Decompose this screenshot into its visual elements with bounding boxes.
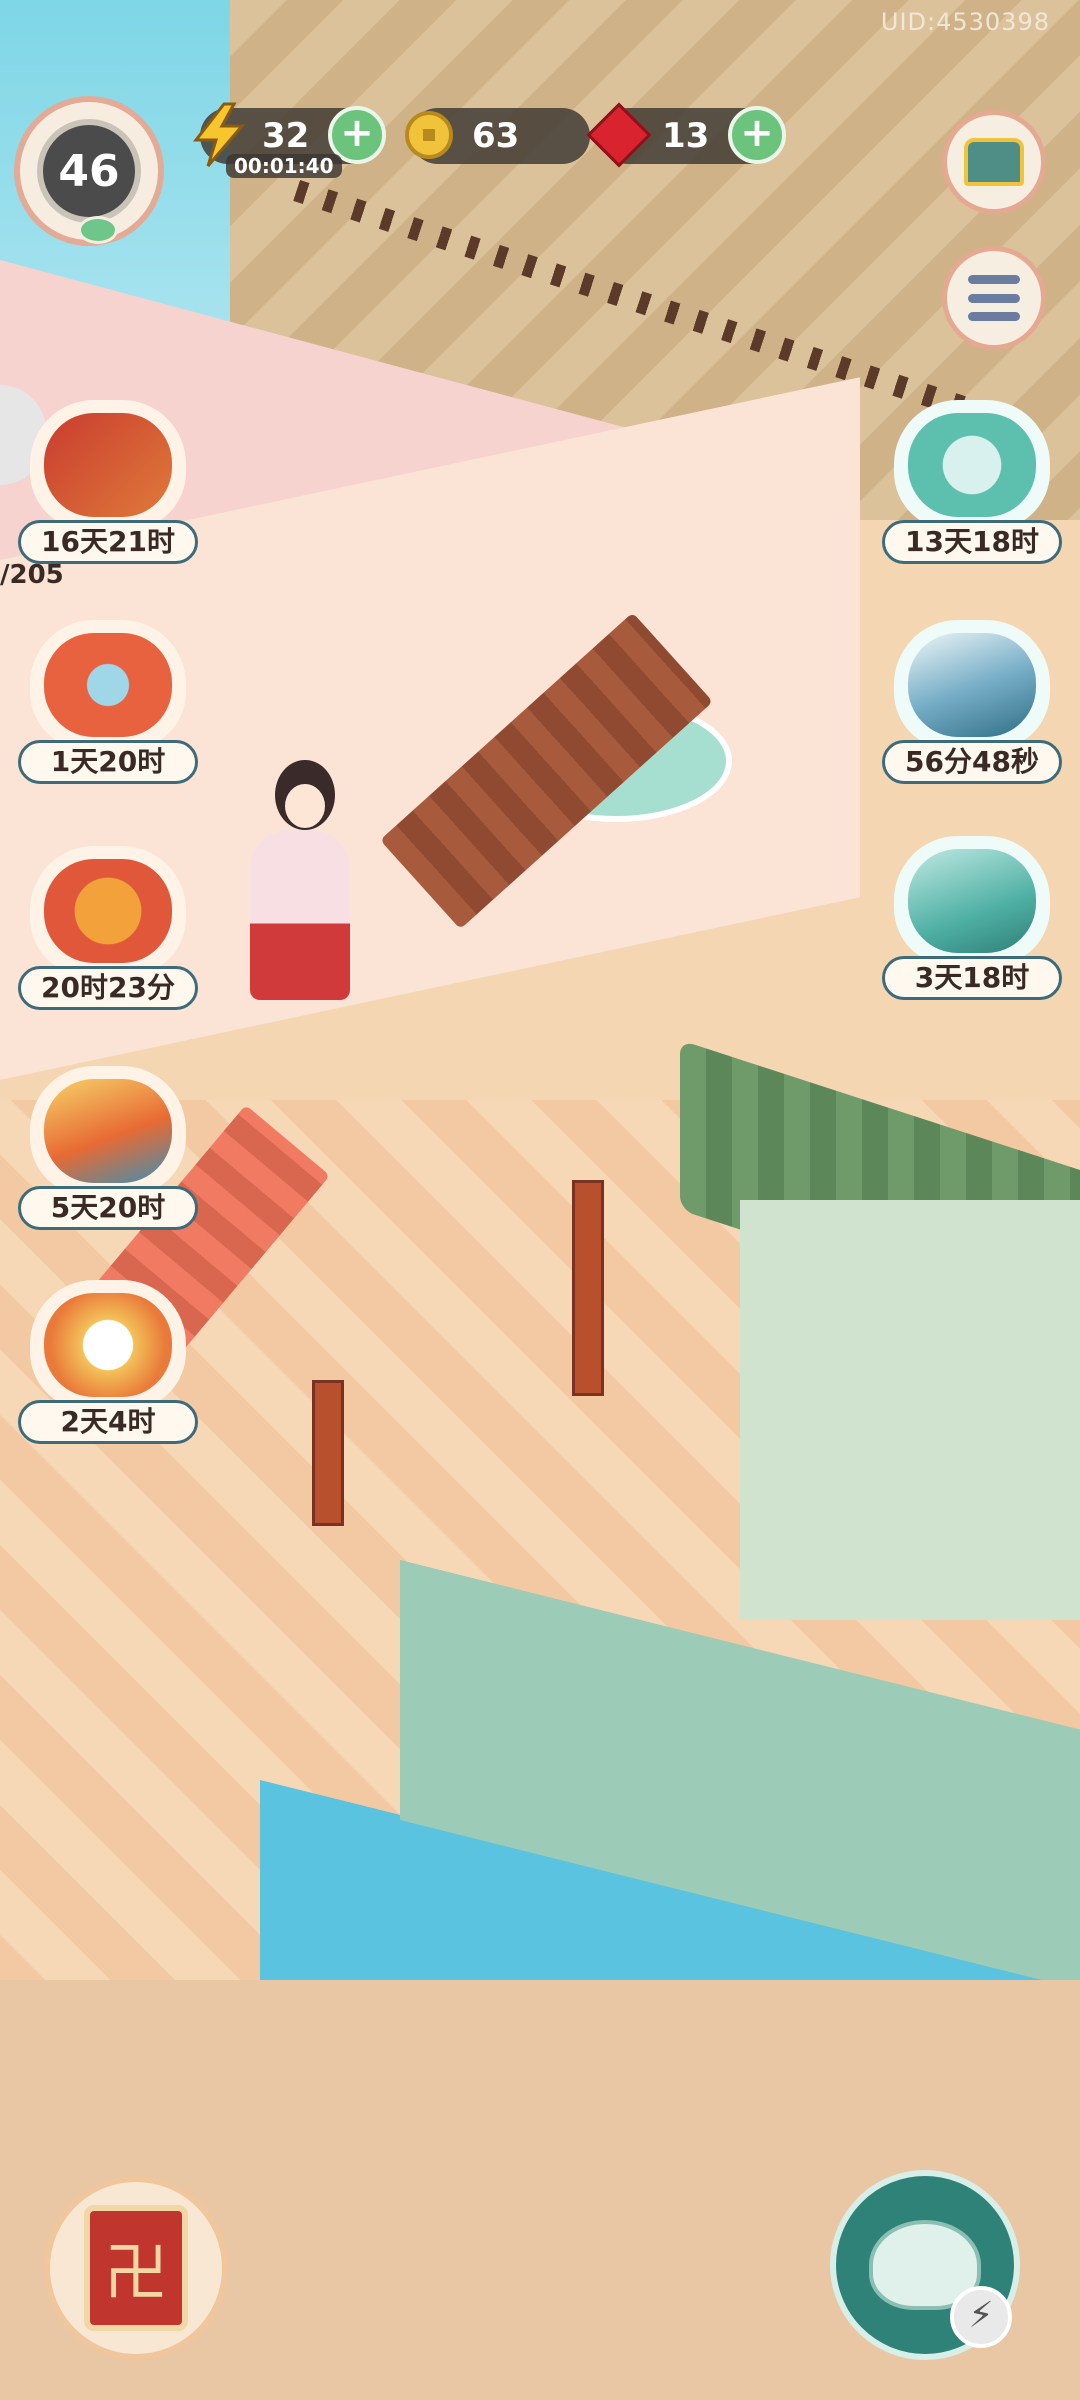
producer-timer: 16天21时 — [18, 520, 198, 564]
treasure-button[interactable] — [942, 110, 1046, 214]
quest-book-button[interactable]: 卍 — [44, 2176, 228, 2360]
producer-timer: 13天18时 — [882, 520, 1062, 564]
player-level-badge[interactable]: 46 — [14, 96, 164, 246]
energy-value: 32 — [262, 116, 310, 156]
lady-character[interactable] — [240, 760, 360, 1000]
crystal-rock-icon — [908, 633, 1036, 737]
jade-gem-icon — [78, 216, 118, 244]
pillar — [312, 1380, 344, 1526]
gem-value: 13 — [662, 116, 710, 156]
scroll-bundle-icon — [44, 413, 172, 517]
character-robe — [250, 830, 350, 1000]
pavilion-room[interactable] — [740, 1200, 1080, 1620]
producer-phoenix[interactable]: 5天20时 — [18, 1066, 198, 1236]
quest-book-icon: 卍 — [84, 2205, 188, 2331]
coin-icon — [396, 102, 462, 168]
producer-timer: 1天20时 — [18, 740, 198, 784]
producer-gift-box-cat[interactable]: 3天18时 — [882, 836, 1062, 1006]
producer-timer: 56分48秒 — [882, 740, 1062, 784]
maple-leaf-icon — [44, 859, 172, 963]
producer-bubble — [30, 1280, 186, 1410]
pillar — [572, 1180, 604, 1396]
treasure-chest-icon — [964, 138, 1024, 186]
lion-dance-icon — [44, 633, 172, 737]
level-number: 46 — [37, 119, 141, 223]
teapot-button[interactable]: ⚡ — [830, 2170, 1020, 2360]
coin-counter: 63 — [405, 108, 590, 164]
producer-timer: 2天4时 — [18, 1400, 198, 1444]
ruby-icon — [586, 102, 652, 168]
producer-bubble — [30, 400, 186, 530]
producer-scroll-bundle[interactable]: 16天21时 — [18, 400, 198, 570]
producer-timer: 20时23分 — [18, 966, 198, 1010]
phoenix-icon — [44, 1079, 172, 1183]
lucky-cat-icon — [44, 1293, 172, 1397]
producer-cat-spirit[interactable]: 13天18时 — [882, 400, 1062, 570]
character-face — [285, 784, 325, 828]
gem-counter: 13 + — [586, 102, 786, 168]
menu-list-button[interactable] — [942, 246, 1046, 350]
producer-bubble — [30, 1066, 186, 1196]
gift-box-cat-icon — [908, 849, 1036, 953]
coin-value: 63 — [472, 116, 520, 156]
producer-bubble — [894, 620, 1050, 750]
list-icon — [968, 275, 1020, 321]
producer-crystal-rock[interactable]: 56分48秒 — [882, 620, 1062, 790]
producer-timer: 5天20时 — [18, 1186, 198, 1230]
producer-bubble — [894, 836, 1050, 966]
energy-timer: 00:01:40 — [226, 154, 342, 178]
producer-timer: 3天18时 — [882, 956, 1062, 1000]
producer-maple-leaf[interactable]: 20时23分 — [18, 846, 198, 1016]
lightning-badge-icon: ⚡ — [950, 2286, 1012, 2348]
user-id-label: UID:4530398 — [880, 8, 1050, 36]
producer-lion-dance[interactable]: 1天20时 — [18, 620, 198, 790]
producer-bubble — [30, 846, 186, 976]
producer-lucky-cat[interactable]: 2天4时 — [18, 1280, 198, 1450]
producer-bubble — [30, 620, 186, 750]
cat-spirit-icon — [908, 413, 1036, 517]
add-gems-button[interactable]: + — [728, 106, 786, 164]
producer-bubble — [894, 400, 1050, 530]
